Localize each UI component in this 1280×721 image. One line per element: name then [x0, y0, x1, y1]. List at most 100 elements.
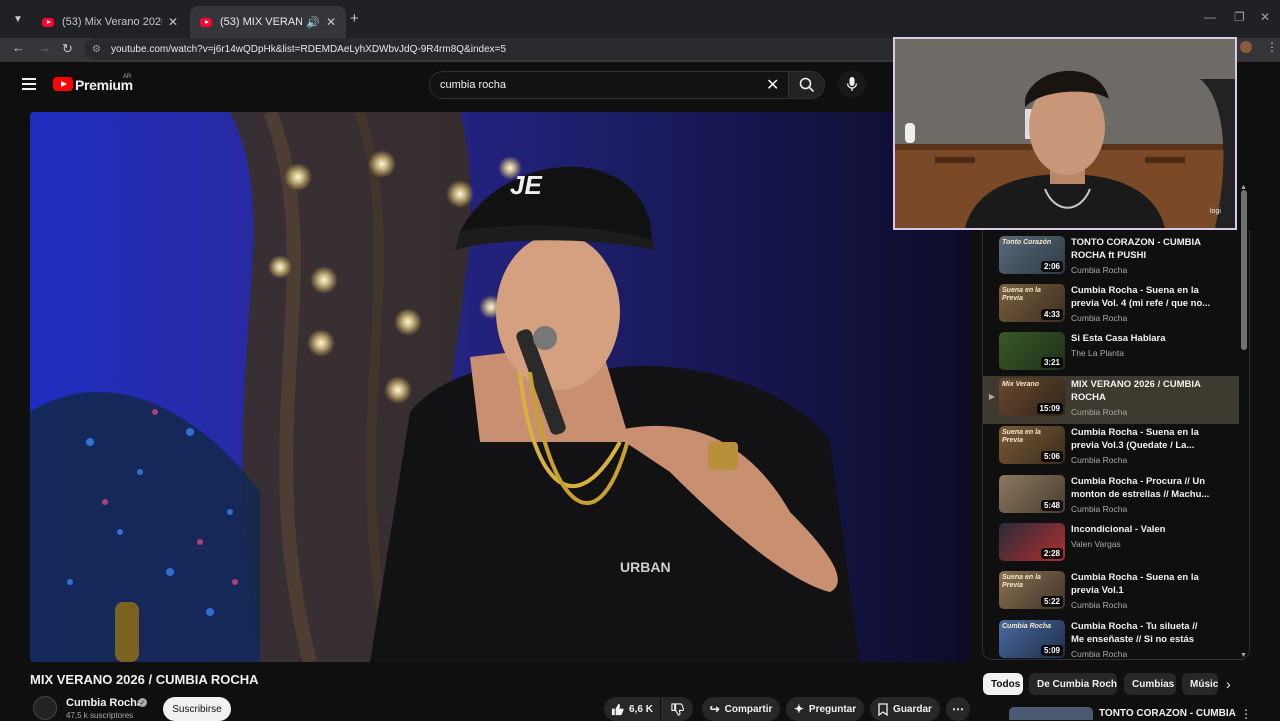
- playlist-item-current[interactable]: ▶ Mix Verano 15:09 MIX VERANO 2026 / CUMBIA…: [983, 376, 1239, 424]
- dislike-button[interactable]: [661, 697, 693, 721]
- maximize-icon[interactable]: ❐: [1234, 10, 1245, 24]
- playlist-item[interactable]: 5:48 Cumbia Rocha - Procura // Un monton …: [983, 473, 1239, 521]
- playlist-item[interactable]: Suena en la Previa 5:22 Cumbia Rocha - Sue…: [983, 569, 1239, 617]
- playlist-item[interactable]: Suena en la Previa 5:06 Cumbia Rocha - Sue…: [983, 424, 1239, 472]
- save-label: Guardar: [893, 703, 932, 715]
- playlist-scrollbar[interactable]: [1241, 190, 1247, 350]
- save-button[interactable]: Guardar: [870, 697, 940, 721]
- playlist-item-channel: Cumbia Rocha: [1071, 265, 1128, 275]
- like-count: 6,6 K: [629, 703, 653, 715]
- menu-icon[interactable]: [22, 78, 36, 90]
- playlist-thumbnail[interactable]: Tonto Corazón 2:06: [999, 236, 1065, 274]
- search-icon: [799, 77, 814, 93]
- playlist-thumbnail[interactable]: Mix Verano 15:09: [999, 378, 1065, 416]
- playlist-item[interactable]: Cumbia Rocha 5:09 Cumbia Rocha - Tu siluet…: [983, 618, 1239, 659]
- audio-playing-icon[interactable]: 🔊: [306, 16, 320, 29]
- channel-avatar[interactable]: [33, 696, 57, 720]
- profile-avatar[interactable]: [1240, 41, 1252, 53]
- filter-chip[interactable]: Música: [1182, 673, 1218, 695]
- duration-badge: 2:06: [1040, 261, 1063, 272]
- search-input[interactable]: cumbia rocha: [429, 71, 789, 99]
- voice-search-button[interactable]: [838, 70, 866, 98]
- filter-chip[interactable]: De Cumbia Rocha: [1029, 673, 1117, 695]
- playlist-thumbnail[interactable]: 5:48: [999, 475, 1065, 513]
- svg-text:JE: JE: [510, 170, 542, 200]
- share-button[interactable]: ↪ Compartir: [702, 697, 780, 721]
- playlist-item-title[interactable]: Si Esta Casa Hablara: [1071, 332, 1211, 345]
- recommendation-title[interactable]: TONTO CORAZON - CUMBIA: [1099, 708, 1236, 719]
- shirt-text: URBAN: [620, 559, 671, 575]
- playlist-thumbnail[interactable]: Suena en la Previa 4:33: [999, 284, 1065, 322]
- scroll-down-icon[interactable]: ▼: [1240, 652, 1247, 659]
- playlist-item[interactable]: 2:28 Incondicional - Valen Valen Vargas: [983, 521, 1239, 569]
- webcam-label: logi: [1210, 208, 1221, 215]
- thumbnail-text: Tonto Corazón: [1002, 239, 1052, 246]
- close-window-icon[interactable]: ✕: [1260, 10, 1270, 24]
- search-button[interactable]: [789, 71, 825, 99]
- duration-badge: 3:21: [1040, 357, 1063, 368]
- channel-name[interactable]: Cumbia Rocha: [66, 697, 143, 709]
- playlist-item-title[interactable]: Cumbia Rocha - Procura // Un monton de e…: [1071, 475, 1211, 501]
- site-info-icon[interactable]: ⚙: [92, 44, 101, 55]
- playlist-item-channel: Cumbia Rocha: [1071, 600, 1128, 610]
- playlist-item-title[interactable]: Cumbia Rocha - Suena en la previa Vol.1: [1071, 571, 1211, 597]
- clear-search-icon[interactable]: ✕: [766, 75, 779, 95]
- duration-badge: 5:22: [1040, 596, 1063, 607]
- bookmark-icon: [878, 702, 888, 716]
- sparkle-icon: ✦: [793, 702, 804, 716]
- playlist-item-title[interactable]: Cumbia Rocha - Suena en la previa Vol. 4…: [1071, 284, 1211, 310]
- verified-icon: ✓: [138, 698, 147, 707]
- playlist-item-title[interactable]: Incondicional - Valen: [1071, 523, 1211, 536]
- duration-badge: 5:06: [1040, 451, 1063, 462]
- close-tab-icon[interactable]: ✕: [326, 15, 336, 29]
- video-title: MIX VERANO 2026 / CUMBIA ROCHA: [30, 672, 259, 687]
- playlist-thumbnail[interactable]: 2:28: [999, 523, 1065, 561]
- filter-chip[interactable]: Cumbias: [1124, 673, 1176, 695]
- thumbs-up-icon: [611, 703, 624, 715]
- playlist-thumbnail[interactable]: Suena en la Previa 5:22: [999, 571, 1065, 609]
- tab-search-icon[interactable]: ▼: [8, 9, 28, 29]
- playlist-item-title[interactable]: TONTO CORAZON - CUMBIA ROCHA ft PUSHI: [1071, 236, 1211, 262]
- tab-title: (53) Mix Verano 2026 - YouTube: [62, 16, 162, 28]
- now-playing-icon: ▶: [988, 392, 996, 401]
- back-icon[interactable]: ←: [12, 40, 25, 55]
- video-player[interactable]: JE URBAN: [30, 112, 970, 662]
- reload-icon[interactable]: ↻: [62, 41, 73, 57]
- close-tab-icon[interactable]: ✕: [168, 15, 178, 29]
- forward-icon[interactable]: →: [38, 40, 51, 55]
- browser-tab-1[interactable]: (53) Mix Verano 2026 - YouTube ✕: [32, 6, 188, 38]
- duration-badge: 4:33: [1040, 309, 1063, 320]
- subscribe-button[interactable]: Suscribirse: [163, 697, 231, 721]
- playlist-item-channel: Cumbia Rocha: [1071, 313, 1128, 323]
- playlist-thumbnail[interactable]: Suena en la Previa 5:06: [999, 426, 1065, 464]
- playlist-item[interactable]: 3:21 Si Esta Casa Hablara The La Planta: [983, 330, 1239, 378]
- playlist-thumbnail[interactable]: 3:21: [999, 332, 1065, 370]
- playlist-item[interactable]: Suena en la Previa 4:33 Cumbia Rocha - Sue…: [983, 282, 1239, 330]
- microphone-icon: [846, 77, 858, 91]
- scroll-up-icon[interactable]: ▲: [1240, 184, 1247, 191]
- ask-button[interactable]: ✦ Preguntar: [786, 697, 864, 721]
- browser-tab-2[interactable]: (53) MIX VERANO 2026 / CUMBIA ROCHA - Yo…: [190, 6, 346, 38]
- playlist-item-title[interactable]: Cumbia Rocha - Tu silueta // Me enseñast…: [1071, 620, 1211, 646]
- playlist-item-title[interactable]: Cumbia Rocha - Suena en la previa Vol.3 …: [1071, 426, 1211, 452]
- chevron-right-icon[interactable]: ›: [1226, 676, 1231, 692]
- playlist-item[interactable]: Tonto Corazón 2:06 TONTO CORAZON - CUMBIA …: [983, 234, 1239, 282]
- more-options-icon[interactable]: ⋮: [1240, 707, 1252, 721]
- youtube-logo-icon[interactable]: [53, 77, 73, 91]
- thumbnail-text: Mix Verano: [1002, 381, 1040, 388]
- thumbnail-text: Suena en la Previa: [1002, 287, 1041, 302]
- minimize-icon[interactable]: —: [1204, 10, 1216, 24]
- ask-label: Preguntar: [808, 703, 857, 715]
- thumbnail-text: Cumbia Rocha: [1002, 623, 1052, 630]
- filter-chip[interactable]: Todos: [983, 673, 1023, 695]
- thumbnail-text: Suena en la Previa: [1002, 574, 1041, 589]
- new-tab-icon[interactable]: +: [350, 10, 359, 27]
- playlist-item-title[interactable]: MIX VERANO 2026 / CUMBIA ROCHA: [1071, 378, 1211, 404]
- more-actions-icon[interactable]: ⋯: [946, 697, 970, 721]
- browser-menu-icon[interactable]: ⋮: [1266, 40, 1278, 54]
- recommendation-thumbnail[interactable]: [1009, 707, 1093, 720]
- like-button[interactable]: 6,6 K: [604, 697, 660, 721]
- duration-badge: 5:48: [1040, 500, 1063, 511]
- address-bar[interactable]: ⚙ youtube.com/watch?v=j6r14wQDpHk&list=R…: [84, 38, 984, 60]
- playlist-thumbnail[interactable]: Cumbia Rocha 5:09: [999, 620, 1065, 658]
